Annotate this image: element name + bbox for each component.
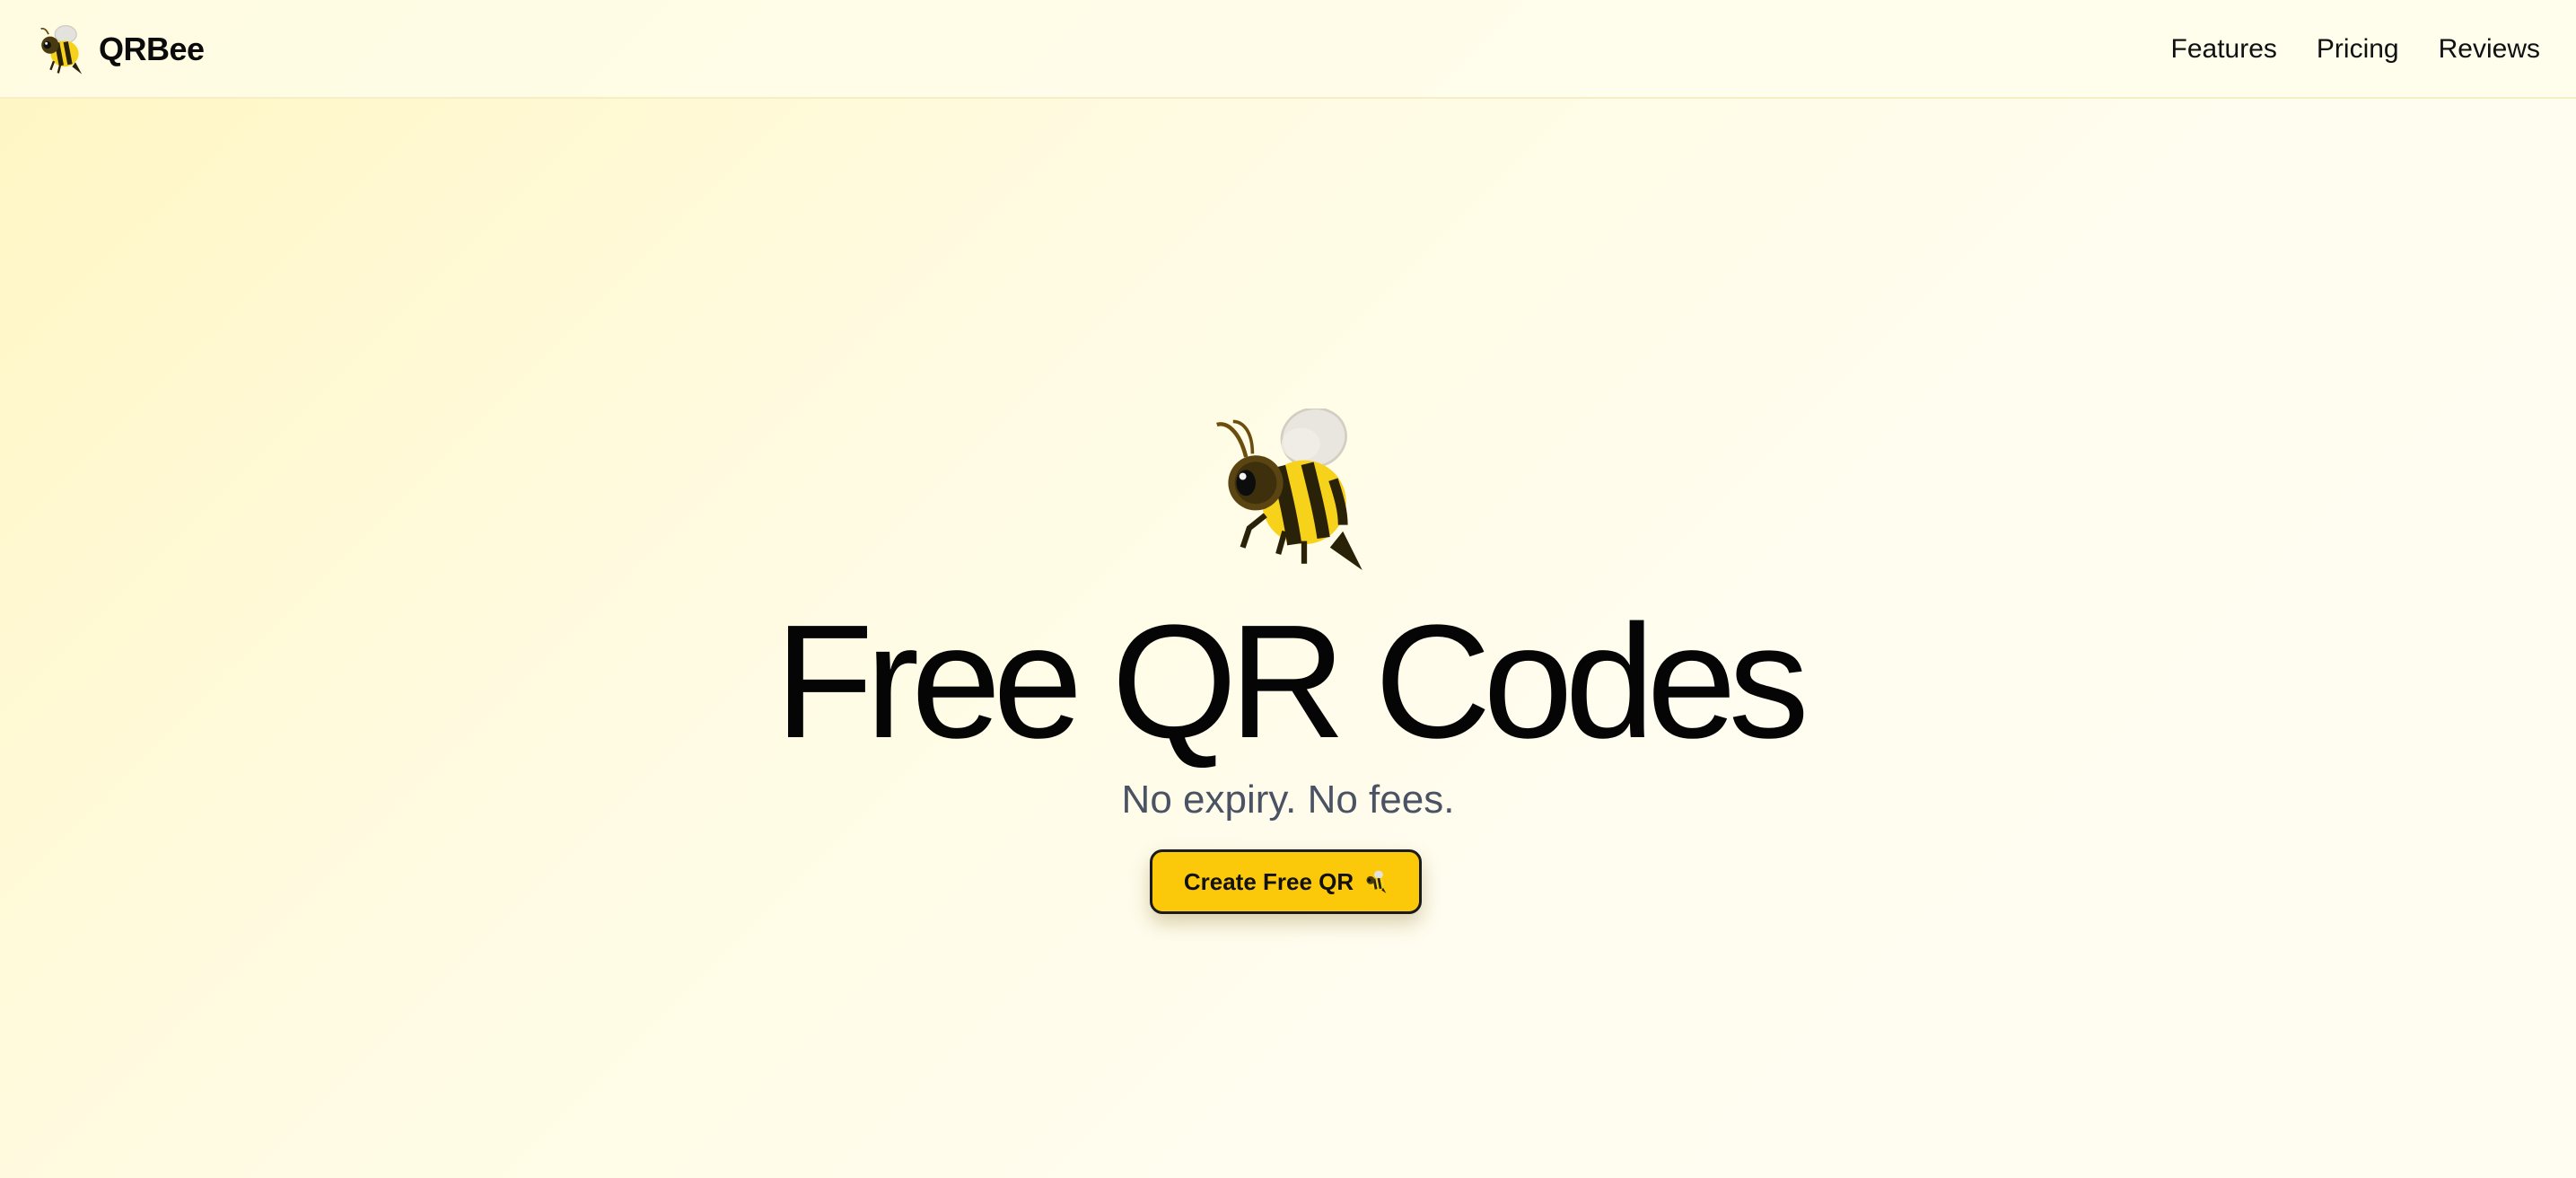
nav-link-features[interactable]: Features [2171, 34, 2277, 65]
nav-link-pricing[interactable]: Pricing [2317, 34, 2399, 65]
bee-icon [1366, 870, 1387, 893]
bee-icon [40, 25, 83, 75]
nav-link-reviews[interactable]: Reviews [2439, 34, 2540, 65]
brand-home-link[interactable]: QRBee [32, 20, 205, 79]
top-navbar: QRBee Features Pricing Reviews [0, 0, 2576, 99]
hero-title: Free QR Codes [775, 592, 1809, 772]
nav-menu: Features Pricing Reviews [2171, 0, 2540, 99]
hero-section: Free QR Codes No expiry. No fees. Create… [0, 99, 2576, 1178]
cta-label: Create Free QR [1183, 867, 1354, 895]
hero-subtitle: No expiry. No fees. [1121, 778, 1455, 822]
bee-icon [1216, 409, 1362, 570]
brand-name: QRBee [99, 31, 205, 67]
create-free-qr-button[interactable]: Create Free QR [1150, 849, 1422, 914]
